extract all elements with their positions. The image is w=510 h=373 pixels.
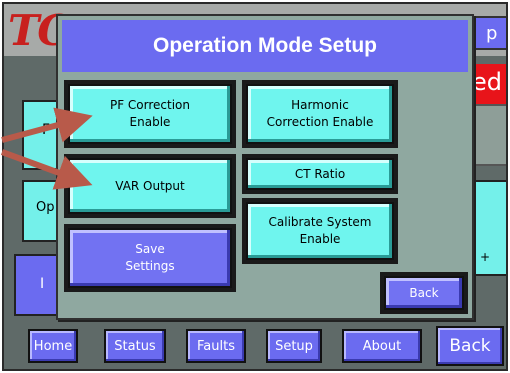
calibrate-system-enable-button[interactable]: Calibrate System Enable	[246, 202, 394, 260]
dialog-back-button[interactable]: Back	[384, 276, 464, 310]
dialog-title: Operation Mode Setup	[62, 20, 468, 72]
save-settings-button[interactable]: Save Settings	[68, 228, 232, 288]
hmi-screen: TC p ed F Op I + Home Status Faults Setu…	[2, 2, 508, 371]
background-right-button-label: +	[480, 250, 491, 264]
nav-setup-button[interactable]: Setup	[266, 329, 322, 363]
nav-faults-button[interactable]: Faults	[186, 329, 246, 363]
harmonic-correction-enable-button[interactable]: Harmonic Correction Enable	[246, 84, 394, 144]
background-left-button-3[interactable]	[14, 254, 62, 316]
background-left-button-1-label: F	[42, 122, 51, 138]
var-output-button[interactable]: VAR Output	[68, 158, 232, 214]
background-left-button-3-label: I	[40, 276, 45, 292]
nav-back-button[interactable]: Back	[436, 326, 504, 366]
background-top-right-button-label: p	[486, 23, 498, 44]
nav-status-button[interactable]: Status	[104, 329, 166, 363]
ct-ratio-button[interactable]: CT Ratio	[246, 158, 394, 190]
background-left-button-2-label: Op	[36, 200, 55, 215]
pf-correction-enable-button[interactable]: PF Correction Enable	[68, 84, 232, 144]
nav-home-button[interactable]: Home	[28, 329, 78, 363]
nav-about-button[interactable]: About	[342, 329, 422, 363]
operation-mode-dialog: Operation Mode Setup PF Correction Enabl…	[56, 14, 474, 320]
